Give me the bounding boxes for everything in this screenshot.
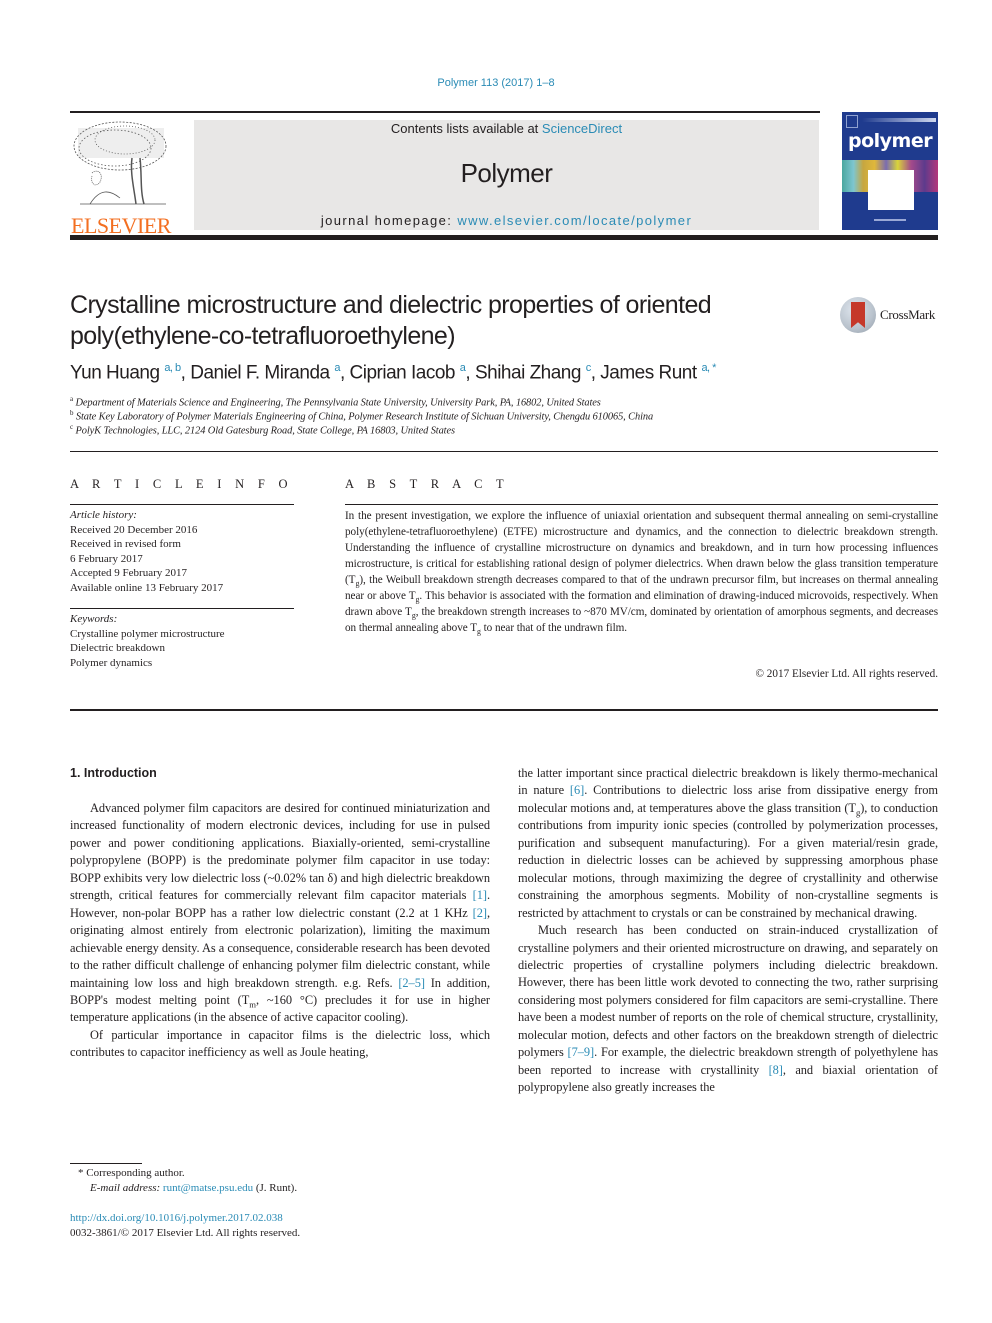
keywords-label: Keywords: <box>70 613 118 625</box>
email-suffix: (J. Runt). <box>253 1182 298 1194</box>
article-info-heading: A R T I C L E I N F O <box>70 477 293 491</box>
article-info-rule <box>70 504 294 505</box>
history-item: Accepted 9 February 2017 <box>70 567 187 579</box>
abstract-heading: A B S T R A C T <box>345 477 509 491</box>
contents-prefix: Contents lists available at <box>390 121 542 136</box>
title-line-1: Crystalline microstructure and dielectri… <box>70 291 712 319</box>
email-label: E-mail address: <box>90 1182 163 1194</box>
author-list: Yun Huang a, b, Daniel F. Miranda a, Cip… <box>70 362 716 384</box>
author-name: Yun Huang <box>70 362 160 384</box>
title-line-2: poly(ethylene-co-tetrafluoroethylene) <box>70 322 456 350</box>
section-divider <box>70 451 938 452</box>
email-note: E-mail address: runt@matse.psu.edu (J. R… <box>90 1181 297 1195</box>
sciencedirect-link[interactable]: ScienceDirect <box>542 121 622 136</box>
email-link[interactable]: runt@matse.psu.edu <box>163 1182 253 1194</box>
corresponding-author-note: * Corresponding author. <box>78 1167 185 1179</box>
abstract-text: In the present investigation, we explore… <box>345 510 938 637</box>
keywords-rule <box>70 608 294 609</box>
elsevier-logo[interactable]: ELSEVIER <box>70 118 172 237</box>
keyword: Dielectric breakdown <box>70 642 165 654</box>
history-label: Article history: <box>70 509 137 521</box>
reference-link[interactable]: [7–9] <box>568 1045 595 1059</box>
affiliation-mark: c <box>70 423 74 431</box>
keyword: Polymer dynamics <box>70 656 153 669</box>
affiliation-text: Department of Materials Science and Engi… <box>75 397 601 409</box>
keyword: Crystalline polymer microstructure <box>70 627 225 640</box>
homepage-prefix: journal homepage: <box>320 213 458 228</box>
paragraph: Much research has been conducted on stra… <box>518 923 939 1095</box>
cover-publisher-badge <box>846 115 858 128</box>
journal-citation[interactable]: Polymer 113 (2017) 1–8 <box>0 77 992 89</box>
reference-link[interactable]: [8] <box>769 1063 783 1077</box>
author-name: Daniel F. Miranda <box>190 362 330 384</box>
author-name: James Runt <box>600 362 697 384</box>
journal-masthead: Contents lists available at ScienceDirec… <box>194 120 819 230</box>
author-affiliation-link[interactable]: a, * <box>701 362 716 374</box>
abstract-rule <box>345 504 938 505</box>
body-column-left: Advanced polymer film capacitors are des… <box>70 800 490 1062</box>
affiliation-c: c PolyK Technologies, LLC, 2124 Old Gate… <box>70 423 455 436</box>
section-heading-introduction: 1. Introduction <box>70 766 157 780</box>
paragraph: the latter important since practical die… <box>518 766 938 920</box>
masthead-rule <box>70 235 938 240</box>
elsevier-tree-icon <box>73 121 167 205</box>
affiliation-mark: a <box>70 395 74 403</box>
cover-bar <box>862 118 936 122</box>
author-affiliation-link[interactable]: a <box>460 362 466 374</box>
author-affiliation-link[interactable]: c <box>586 362 592 374</box>
reference-link[interactable]: [2–5] <box>398 976 425 990</box>
crossmark-label: CrossMark <box>880 307 936 322</box>
affiliation-a: a Department of Materials Science and En… <box>70 395 601 408</box>
author-affiliation-link[interactable]: a <box>334 362 340 374</box>
keywords: Keywords: Crystalline polymer microstruc… <box>70 612 295 670</box>
issn-copyright: 0032-3861/© 2017 Elsevier Ltd. All right… <box>70 1227 301 1239</box>
journal-name: Polymer <box>460 158 553 188</box>
author-name: Ciprian Iacob <box>349 362 456 384</box>
cover-footer <box>874 219 906 221</box>
reference-link[interactable]: [1] <box>473 888 487 902</box>
cover-title: polymer <box>848 130 933 152</box>
author-name: Shihai Zhang <box>474 362 581 384</box>
front-matter-rule <box>70 709 938 711</box>
reference-link[interactable]: [2] <box>473 906 487 920</box>
elsevier-wordmark: ELSEVIER <box>71 213 171 238</box>
doi-link[interactable]: http://dx.doi.org/10.1016/j.polymer.2017… <box>70 1211 283 1225</box>
paragraph: Of particular importance in capacitor fi… <box>70 1027 490 1060</box>
footnote-rule <box>70 1163 142 1164</box>
affiliation-text: PolyK Technologies, LLC, 2124 Old Gatesb… <box>75 425 456 437</box>
body-column-right: the latter important since practical die… <box>518 765 938 1097</box>
journal-cover[interactable]: polymer <box>842 112 938 230</box>
author-affiliation-link[interactable]: a, b <box>164 362 181 374</box>
cover-figure <box>868 170 914 210</box>
article-history: Article history: Received 20 December 20… <box>70 508 295 595</box>
history-item: Received 20 December 2016 <box>70 523 198 536</box>
history-item: 6 February 2017 <box>70 552 143 565</box>
affiliation-b: b State Key Laboratory of Polymer Materi… <box>70 409 653 422</box>
abstract-copyright: © 2017 Elsevier Ltd. All rights reserved… <box>755 668 939 680</box>
reference-link[interactable]: [6] <box>570 783 584 797</box>
homepage-link[interactable]: www.elsevier.com/locate/polymer <box>457 213 692 228</box>
history-item: Available online 13 February 2017 <box>70 581 224 594</box>
homepage-line: journal homepage: www.elsevier.com/locat… <box>194 213 819 228</box>
crossmark-button[interactable]: CrossMark <box>840 297 940 335</box>
paragraph: Advanced polymer film capacitors are des… <box>70 801 490 1025</box>
affiliation-mark: b <box>70 409 74 417</box>
header-rule <box>70 111 820 113</box>
contents-line: Contents lists available at ScienceDirec… <box>194 120 819 136</box>
history-item: Received in revised form <box>70 538 181 550</box>
article-title: Crystalline microstructure and dielectri… <box>70 290 790 352</box>
affiliation-text: State Key Laboratory of Polymer Material… <box>75 411 654 423</box>
